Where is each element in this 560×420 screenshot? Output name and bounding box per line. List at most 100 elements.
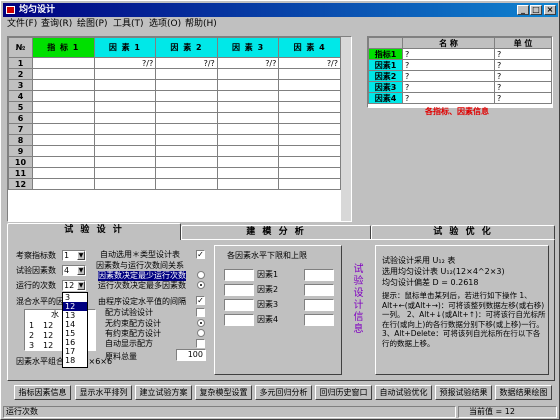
option-factors-decide-runs-radio[interactable] — [197, 271, 205, 279]
no-limit-radio[interactable] — [197, 319, 205, 327]
table-cell[interactable] — [278, 101, 341, 113]
dropdown-option[interactable]: 16 — [63, 338, 87, 347]
table-cell[interactable] — [32, 156, 95, 168]
table-cell[interactable] — [216, 156, 280, 168]
table-cell[interactable] — [32, 178, 95, 190]
total-input[interactable]: 100 — [176, 349, 206, 361]
dropdown-option[interactable]: 17 — [63, 347, 87, 356]
minimize-button[interactable]: _ — [517, 5, 529, 15]
runs-dropdown-list[interactable]: 3 12 13 14 15 16 17 18 — [62, 292, 88, 368]
dropdown-option[interactable]: 14 — [63, 320, 87, 329]
table-cell[interactable] — [32, 167, 95, 179]
table-cell[interactable] — [216, 123, 280, 135]
column-header-factor4[interactable]: 因 素 4 — [278, 37, 341, 58]
regression-history-button[interactable]: 回归历史窗口 — [315, 385, 372, 400]
dropdown-option[interactable]: 15 — [63, 329, 87, 338]
table-cell[interactable] — [278, 134, 341, 146]
info-name-cell[interactable]: ? — [402, 48, 495, 60]
menu-file[interactable]: 文件(F) — [7, 18, 37, 30]
table-cell[interactable] — [32, 68, 95, 80]
table-cell[interactable] — [32, 134, 95, 146]
info-name-cell[interactable]: ? — [402, 70, 495, 82]
regression-button[interactable]: 多元回归分析 — [255, 385, 312, 400]
table-cell[interactable] — [32, 79, 95, 91]
table-cell[interactable]: ?/? — [93, 57, 157, 69]
level-interval-checkbox[interactable]: ✓ — [196, 296, 205, 305]
info-unit-cell[interactable]: ? — [494, 48, 552, 60]
table-cell[interactable] — [216, 79, 280, 91]
table-cell[interactable] — [216, 68, 280, 80]
column-header-factor2[interactable]: 因 素 2 — [155, 37, 218, 58]
table-cell[interactable] — [155, 134, 218, 146]
table-cell[interactable] — [32, 101, 95, 113]
table-cell[interactable] — [278, 178, 341, 190]
info-name-cell[interactable]: ? — [402, 59, 495, 71]
table-cell[interactable] — [216, 134, 280, 146]
predict-button[interactable]: 预报试验结果 — [435, 385, 492, 400]
info-name-cell[interactable]: ? — [402, 81, 495, 93]
info-unit-cell[interactable]: ? — [494, 59, 552, 71]
table-cell[interactable] — [93, 167, 157, 179]
table-cell[interactable]: ?/? — [278, 57, 341, 69]
info-unit-cell[interactable]: ? — [494, 92, 552, 104]
factor2-upper-input[interactable] — [304, 284, 334, 296]
vertical-scrollbar[interactable] — [341, 37, 351, 221]
table-cell[interactable] — [93, 101, 157, 113]
table-cell[interactable] — [216, 167, 280, 179]
option-factors-decide-runs-label[interactable]: 因素数决定最少运行次数 — [98, 271, 186, 281]
table-cell[interactable] — [278, 90, 341, 102]
column-header-factor1[interactable]: 因 素 1 — [93, 37, 157, 58]
menu-query[interactable]: 查询(R) — [41, 18, 72, 30]
factor4-upper-input[interactable] — [304, 314, 334, 326]
column-header-indicator[interactable]: 指 标 1 — [32, 37, 95, 58]
table-cell[interactable] — [93, 123, 157, 135]
factor3-upper-input[interactable] — [304, 299, 334, 311]
menu-help[interactable]: 帮助(H) — [185, 18, 217, 30]
num-factors-select[interactable]: 4 ▼ — [62, 265, 86, 276]
complex-model-button[interactable]: 复杂模型设置 — [195, 385, 252, 400]
tab-experiment-optimization[interactable]: 试 验 优 化 — [371, 225, 555, 240]
close-button[interactable]: × — [544, 5, 556, 15]
factor1-lower-input[interactable] — [224, 269, 254, 281]
indicator-factor-info-button[interactable]: 指标因素信息 — [14, 385, 71, 400]
table-cell[interactable] — [93, 68, 157, 80]
dropdown-option[interactable]: 13 — [63, 311, 87, 320]
dropdown-option[interactable]: 18 — [63, 356, 87, 365]
table-cell[interactable] — [278, 123, 341, 135]
with-limit-radio[interactable] — [197, 329, 205, 337]
factor2-lower-input[interactable] — [224, 284, 254, 296]
table-cell[interactable] — [216, 178, 280, 190]
table-cell[interactable] — [216, 90, 280, 102]
table-cell[interactable] — [93, 156, 157, 168]
table-cell[interactable] — [155, 90, 218, 102]
menu-tools[interactable]: 工具(T) — [113, 18, 144, 30]
table-cell[interactable] — [155, 68, 218, 80]
level-row-value[interactable]: 12 — [43, 321, 53, 331]
table-cell[interactable] — [155, 156, 218, 168]
table-cell[interactable] — [155, 79, 218, 91]
table-cell[interactable] — [278, 145, 341, 157]
table-cell[interactable] — [32, 90, 95, 102]
table-cell[interactable] — [32, 57, 95, 69]
table-cell[interactable] — [93, 112, 157, 124]
show-levels-button[interactable]: 显示水平排列 — [75, 385, 132, 400]
table-cell[interactable] — [93, 145, 157, 157]
num-indicators-select[interactable]: 1 ▼ — [62, 250, 86, 261]
table-cell[interactable] — [32, 145, 95, 157]
table-cell[interactable] — [155, 178, 218, 190]
level-row-value[interactable]: 12 — [43, 341, 53, 351]
auto-type-checkbox[interactable]: ✓ — [196, 250, 205, 259]
option-runs-decide-factors-label[interactable]: 运行次数决定最多因素数 — [98, 281, 186, 291]
tab-experiment-design[interactable]: 试 验 设 计 — [7, 223, 181, 240]
auto-show-checkbox[interactable] — [196, 339, 205, 348]
table-cell[interactable] — [155, 123, 218, 135]
table-cell[interactable] — [216, 145, 280, 157]
table-cell[interactable] — [32, 112, 95, 124]
table-cell[interactable] — [93, 90, 157, 102]
num-runs-select[interactable]: 12 ▼ — [62, 280, 86, 291]
table-cell[interactable] — [278, 112, 341, 124]
auto-optimize-button[interactable]: 自动试验优化 — [375, 385, 432, 400]
table-cell[interactable] — [155, 145, 218, 157]
table-cell[interactable] — [278, 79, 341, 91]
level-row-value[interactable]: 12 — [43, 331, 53, 341]
